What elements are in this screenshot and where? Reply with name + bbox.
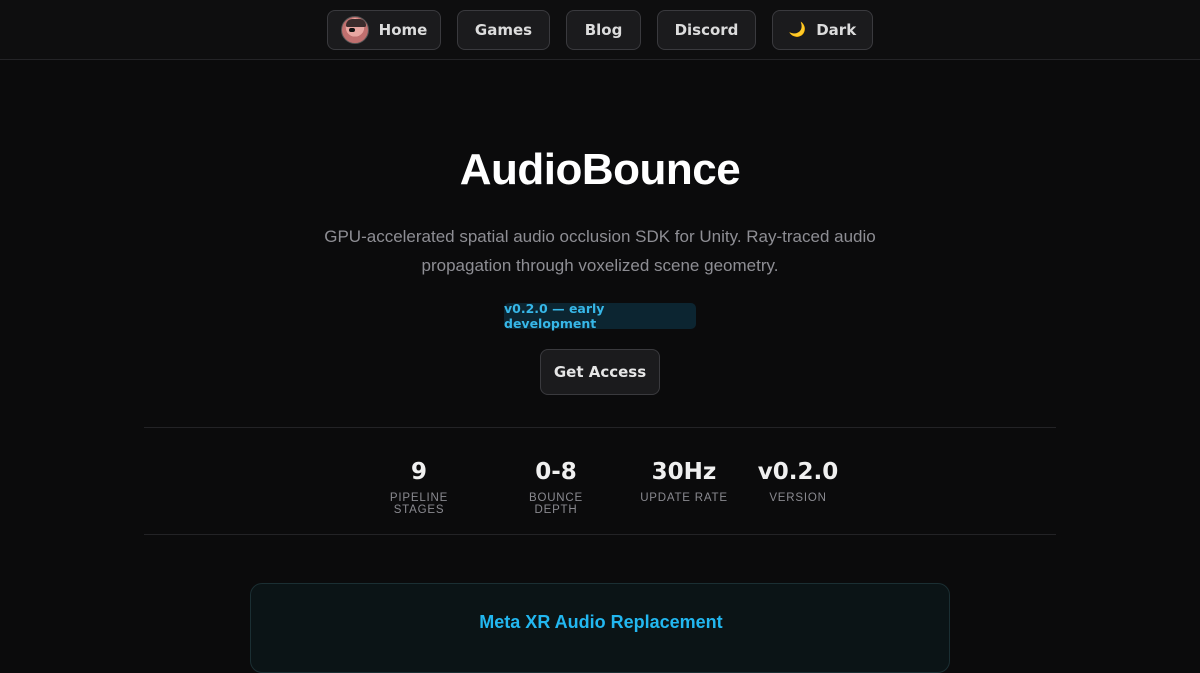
nav-home-button[interactable]: Home <box>327 10 441 50</box>
hero-description: GPU-accelerated spatial audio occlusion … <box>324 227 876 275</box>
nav-games-button[interactable]: Games <box>457 10 550 50</box>
stat-pipeline-stages: 9 PIPELINE STAGES <box>369 458 469 516</box>
nav-blog-button[interactable]: Blog <box>566 10 641 50</box>
version-badge: v0.2.0 — early development <box>504 301 696 331</box>
nav-home-label: Home <box>378 21 428 39</box>
stat-value: 9 <box>410 459 427 485</box>
nav-discord-label: Discord <box>674 21 739 39</box>
get-access-button[interactable]: Get Access <box>540 349 660 395</box>
stat-version: v0.2.0 VERSION <box>750 458 846 504</box>
moon-icon: 🌙 <box>788 22 807 38</box>
stat-label: UPDATE RATE <box>640 492 728 504</box>
stat-value: v0.2.0 <box>757 459 839 485</box>
top-nav-bar: Home Games Blog Discord 🌙 Dark <box>0 0 1200 60</box>
stat-label: BOUNCE DEPTH <box>528 492 583 516</box>
stat-value: 30Hz <box>651 459 717 485</box>
stat-bounce-depth: 0-8 BOUNCE DEPTH <box>506 458 606 516</box>
theme-toggle-label: Dark <box>816 21 857 39</box>
page-title: AudioBounce <box>459 145 741 194</box>
stat-label: VERSION <box>769 492 827 504</box>
divider <box>144 427 1056 428</box>
divider <box>144 534 1056 535</box>
feature-card: Meta XR Audio Replacement <box>250 583 950 673</box>
stat-value: 0-8 <box>535 459 577 485</box>
theme-toggle-button[interactable]: 🌙 Dark <box>772 10 873 50</box>
avatar <box>340 16 369 44</box>
nav-discord-button[interactable]: Discord <box>657 10 756 50</box>
nav-blog-label: Blog <box>584 21 623 39</box>
nav-games-label: Games <box>474 21 533 39</box>
stat-update-rate: 30Hz UPDATE RATE <box>636 458 732 504</box>
stat-label: PIPELINE STAGES <box>389 492 449 516</box>
